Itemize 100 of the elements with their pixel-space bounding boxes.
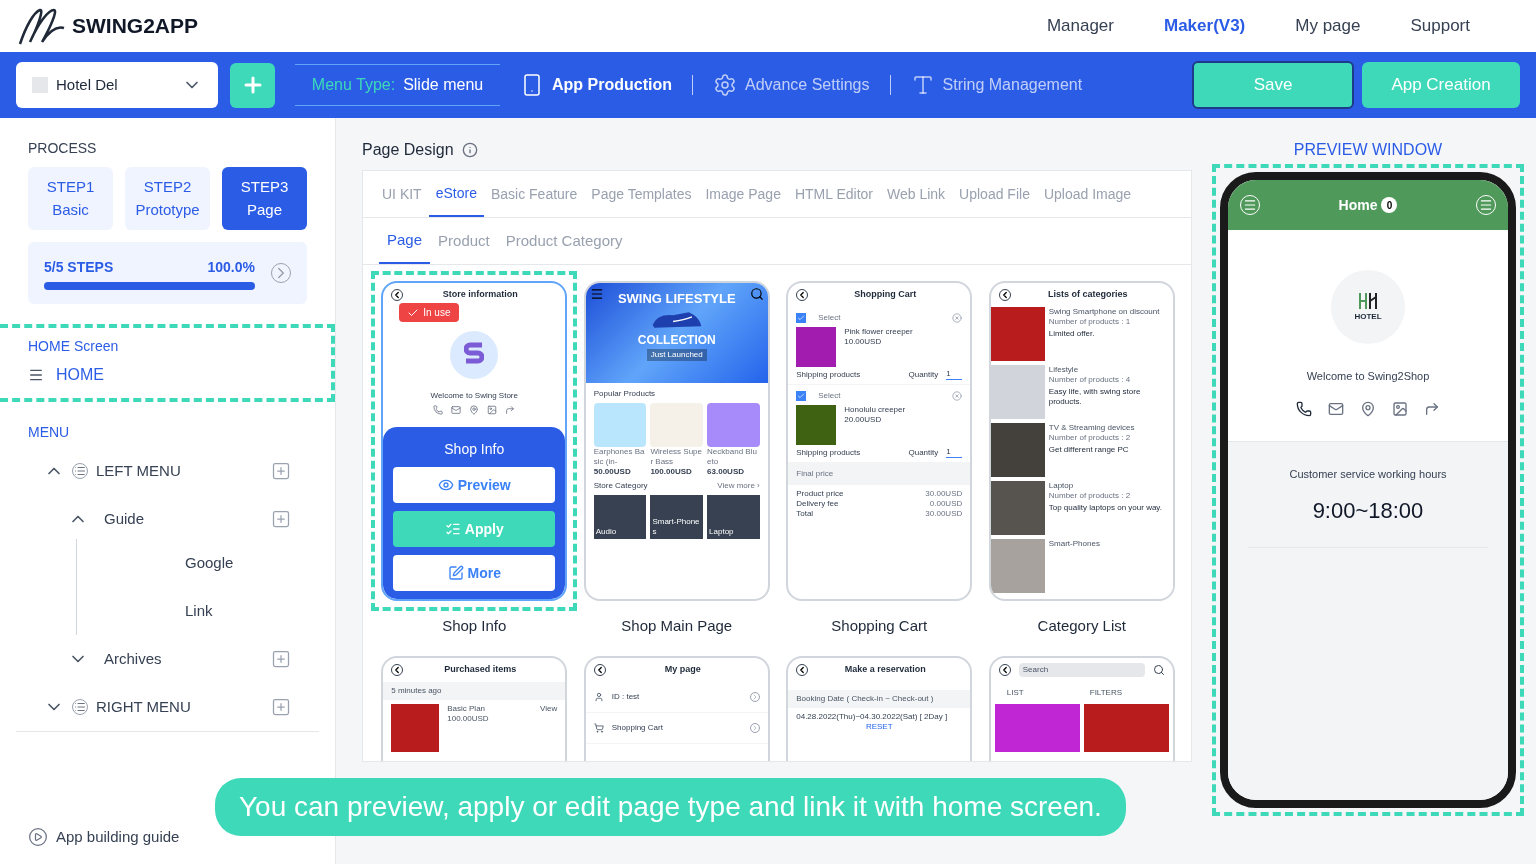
template-thumbnail[interactable]: Search LIST FILTERS — [988, 655, 1175, 761]
quantity-field[interactable]: 1 — [946, 447, 963, 458]
template-thumbnail[interactable]: My page ID : test Shopping Cart — [583, 655, 770, 761]
gear-icon — [713, 73, 737, 97]
screen-title: Make a reservation — [843, 662, 927, 676]
search-icon[interactable] — [749, 287, 764, 301]
image-icon[interactable] — [1392, 400, 1408, 417]
section-title: Store Category — [593, 481, 648, 491]
search-field[interactable]: Search — [1018, 662, 1145, 677]
template-thumbnail[interactable]: Make a reservation Booking Date ( Check-in ~ Check-out ) 04.28.2022(Thu)~04.30.2022(Sat) [ 2Day ] RESET — [786, 655, 973, 761]
category-description: Get different range PC — [1048, 445, 1130, 455]
menu-icon — [28, 367, 44, 383]
building-icon — [1358, 291, 1378, 311]
product-count: Number of products : 2 — [1048, 491, 1132, 501]
category-tab[interactable]: eStore — [428, 171, 484, 217]
home-menu-item[interactable]: HOME — [56, 363, 104, 387]
category-name: Smart-Phones — [1048, 539, 1100, 549]
menu-tree-item[interactable]: RIGHT MENU — [96, 695, 271, 719]
menu-type-label: Menu Type: — [311, 75, 396, 95]
option-label[interactable]: FILTERS — [1081, 687, 1165, 698]
category-name: TV & Streaming devices — [1048, 423, 1135, 433]
hours-title: Customer service working hours — [1289, 466, 1447, 482]
share-icon[interactable] — [1424, 400, 1440, 417]
welcome-text: Welcome to Swing Store — [429, 391, 519, 401]
nav-link[interactable]: Maker(V3) — [1164, 13, 1246, 39]
quantity-field[interactable]: 1 — [946, 369, 963, 380]
item-name: Basic Plan — [447, 703, 487, 714]
add-icon[interactable] — [271, 509, 291, 529]
add-button[interactable] — [230, 62, 275, 108]
template-caption: Shop Info — [442, 616, 507, 636]
preview-title: PREVIEW WINDOW — [1292, 140, 1444, 160]
category-description: Easy life, with swing store products. — [1048, 387, 1142, 407]
photo-placeholder — [391, 703, 440, 752]
nav-link[interactable]: Manager — [1046, 13, 1114, 39]
preview-button[interactable]: Preview — [393, 467, 556, 503]
select-label: Select — [818, 313, 842, 323]
product-name: Pink flower creeper — [844, 327, 913, 337]
play-icon — [28, 826, 48, 847]
group-label: Shipping products — [796, 447, 861, 458]
location-icon[interactable] — [1360, 400, 1376, 417]
template-caption: Shopping Cart — [831, 616, 928, 636]
add-icon[interactable] — [271, 461, 291, 481]
menu-type-value: Slide menu — [403, 75, 484, 95]
edit-icon — [447, 565, 464, 581]
select-checkbox[interactable] — [796, 313, 807, 323]
template-thumbnail[interactable]: Purchased items 5 minutes ago Basic Plan 100.00USD View — [381, 655, 568, 761]
item-price: 100.00USD — [447, 713, 490, 724]
category-description: Top quality laptops on your way. — [1048, 503, 1162, 513]
toolbar-tab[interactable]: String Management — [890, 73, 1103, 97]
guide-link[interactable]: App building guide — [56, 825, 180, 848]
product-price: 10.00USD — [844, 337, 883, 347]
search-icon[interactable] — [1152, 663, 1165, 676]
screen-title: Store information — [441, 288, 519, 302]
menu-tree-item[interactable]: LEFT MENU — [96, 459, 271, 483]
add-icon[interactable] — [271, 697, 291, 717]
photo-placeholder — [593, 403, 647, 447]
project-dropdown[interactable]: Hotel Del — [16, 62, 218, 108]
banner-subtitle: COLLECTION — [637, 331, 716, 349]
nav-link[interactable]: Support — [1410, 13, 1470, 39]
overlay-title: Shop Info — [443, 440, 506, 459]
step-button[interactable]: STEP3 Page — [222, 167, 307, 230]
product-name: Neckband Blueto — [707, 447, 758, 467]
banner-title: SWING LIFESTYLE — [617, 290, 736, 308]
view-more-link[interactable]: View more › — [717, 481, 760, 491]
toolbar-tab[interactable]: Advance Settings — [693, 73, 890, 97]
mail-icon[interactable] — [1328, 400, 1344, 417]
toolbar-tab[interactable]: App Production — [500, 73, 692, 97]
product-name: Honolulu creeper — [844, 405, 906, 415]
option-label[interactable]: LIST — [998, 687, 1082, 698]
menu-tree-item[interactable]: Archives — [104, 647, 271, 671]
menu-row-label: Shopping Cart — [611, 722, 664, 733]
step-button[interactable]: STEP2 Prototype — [125, 167, 210, 230]
menu-tree-item[interactable]: Guide — [104, 507, 271, 531]
reset-link[interactable]: RESET — [788, 721, 971, 732]
page-title: Page Design — [362, 140, 454, 160]
menu-icon[interactable] — [589, 287, 604, 301]
more-button[interactable]: More — [393, 555, 556, 591]
nav-link[interactable]: My page — [1295, 13, 1361, 39]
view-link[interactable]: View — [540, 703, 558, 752]
check-icon — [797, 314, 806, 322]
phone-icon[interactable] — [1296, 400, 1312, 417]
product-name: Wireless Super Bass — [650, 447, 703, 467]
category-name: Laptop — [1048, 481, 1075, 491]
list-check-icon — [444, 521, 461, 537]
step-button[interactable]: STEP1 Basic — [28, 167, 113, 230]
group-label: Shipping products — [796, 369, 861, 380]
sub-tab[interactable]: Page — [379, 218, 431, 264]
screen-title: My page — [663, 662, 702, 676]
product-price: 100.00USD — [650, 467, 693, 477]
menu-type-selector[interactable]: Menu Type: Slide menu — [295, 64, 500, 106]
section-title: PROCESS — [28, 139, 98, 158]
menu-tree-item[interactable]: Link — [185, 599, 319, 623]
phone-icon — [433, 405, 444, 415]
add-icon[interactable] — [271, 649, 291, 669]
menu-tree-item[interactable]: Google — [185, 551, 319, 575]
info-icon[interactable] — [461, 142, 478, 158]
quantity-label: Quantity — [908, 447, 939, 458]
select-checkbox[interactable] — [796, 391, 807, 401]
section-title: Popular Products — [592, 389, 657, 399]
time-label: 5 minutes ago — [383, 681, 566, 700]
